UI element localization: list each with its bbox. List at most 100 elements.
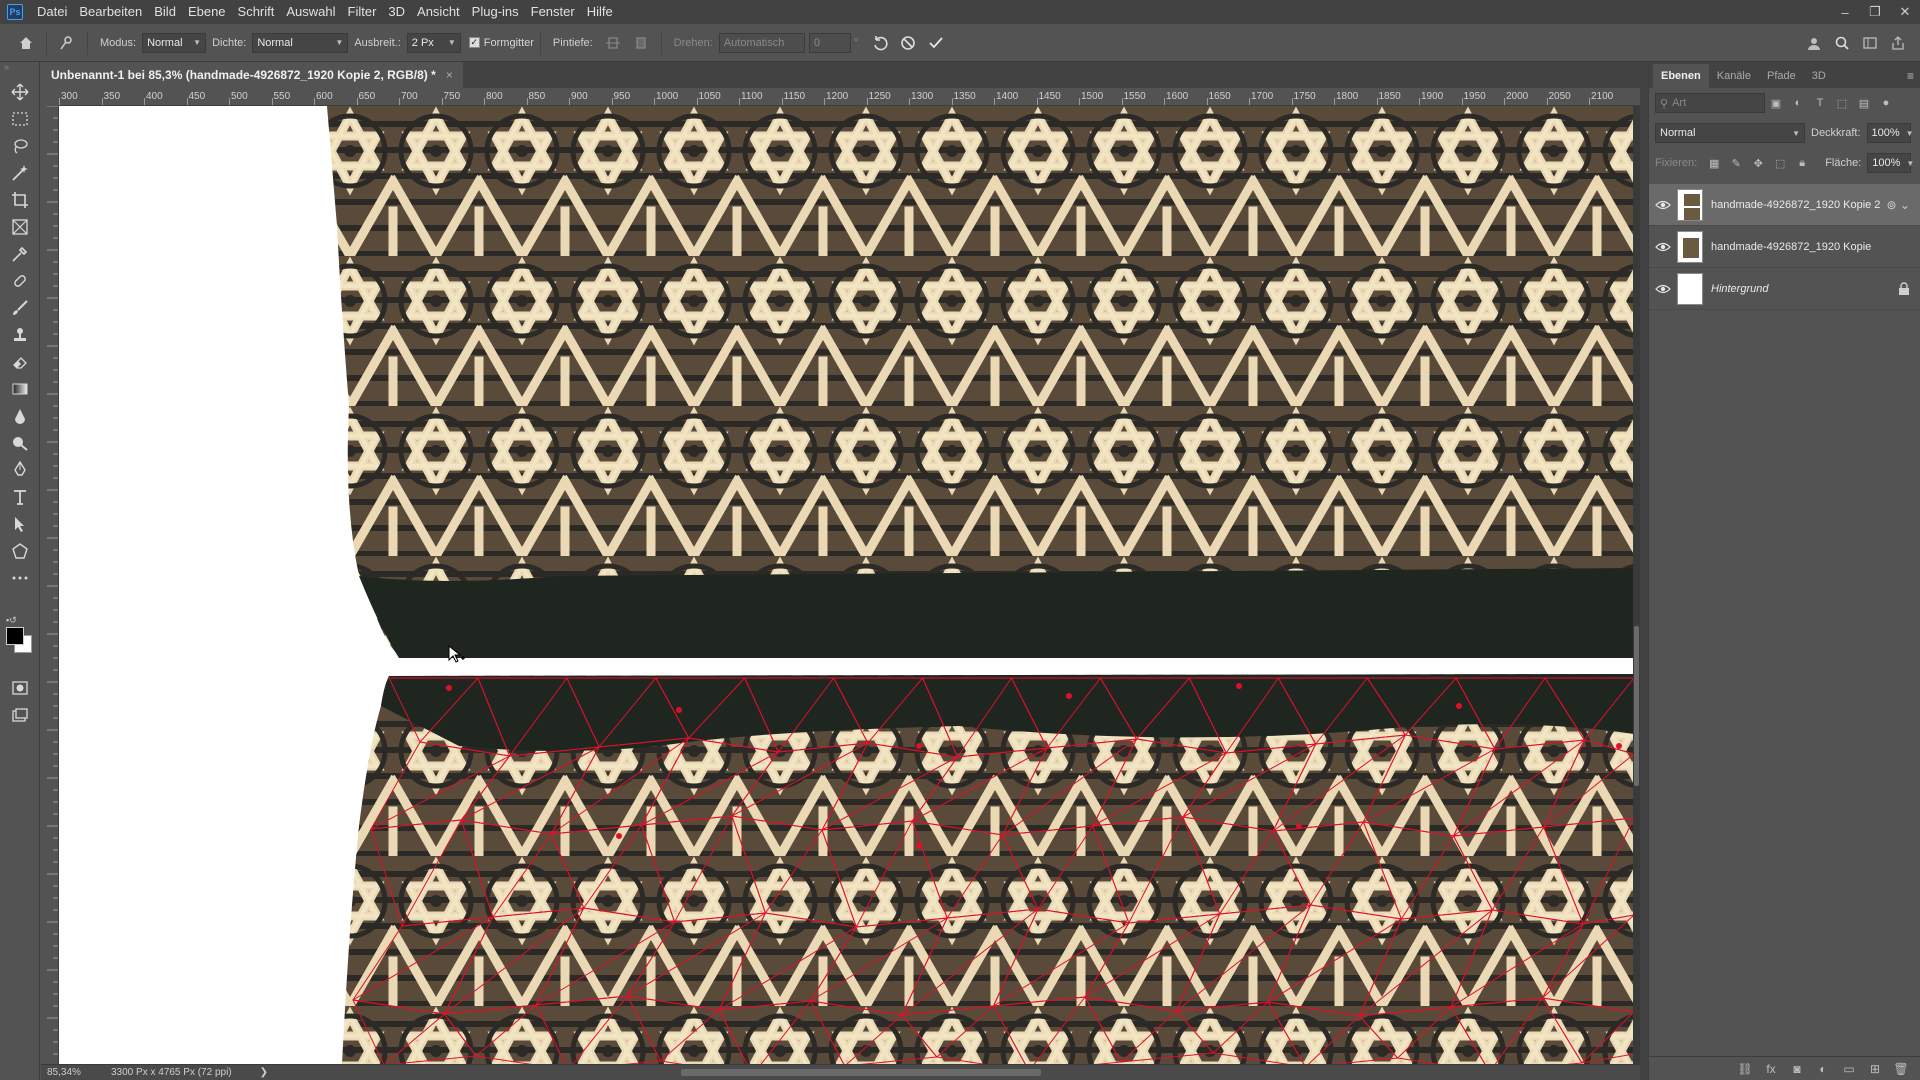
mesh-pin[interactable]: [676, 707, 682, 713]
tab-pfade[interactable]: Pfade: [1759, 64, 1804, 88]
share-icon[interactable]: [1884, 29, 1912, 57]
home-icon[interactable]: [12, 29, 40, 57]
lock-all-icon[interactable]: 🔒︎: [1791, 153, 1813, 173]
adjustment-layer-icon[interactable]: ◐: [1810, 1062, 1836, 1076]
menu-bearbeiten[interactable]: Bearbeiten: [73, 0, 148, 24]
healing-brush-tool-icon[interactable]: [0, 267, 40, 294]
layer-row[interactable]: handmade-4926872_1920 Kopie: [1649, 226, 1920, 268]
layer-filter-select[interactable]: ⚲ Art: [1655, 93, 1765, 113]
lock-pixels-icon[interactable]: ✎: [1725, 153, 1747, 173]
mesh-pin[interactable]: [916, 743, 922, 749]
blur-tool-icon[interactable]: [0, 402, 40, 429]
lasso-tool-icon[interactable]: [0, 132, 40, 159]
mesh-pin[interactable]: [1236, 683, 1242, 689]
marquee-tool-icon[interactable]: [0, 105, 40, 132]
menu-auswahl[interactable]: Auswahl: [280, 0, 341, 24]
filter-toggle-icon[interactable]: ●: [1875, 93, 1897, 113]
menu-schrift[interactable]: Schrift: [232, 0, 281, 24]
eyedropper-tool-icon[interactable]: [0, 240, 40, 267]
document-canvas[interactable]: [59, 106, 1640, 1064]
panel-dock-strip[interactable]: [1640, 62, 1648, 1080]
undo-icon[interactable]: [866, 29, 894, 57]
menu-ebene[interactable]: Ebene: [182, 0, 232, 24]
mesh-pin[interactable]: [1066, 693, 1072, 699]
panel-menu-icon[interactable]: ≡: [1907, 64, 1914, 88]
restore-button[interactable]: ❐: [1860, 0, 1890, 24]
menu-plugins[interactable]: Plug-ins: [466, 0, 525, 24]
default-colors-icon[interactable]: ▪↺: [6, 615, 17, 626]
dodge-tool-icon[interactable]: [0, 429, 40, 456]
share-user-icon[interactable]: [1800, 29, 1828, 57]
layer-row[interactable]: handmade-4926872_1920 Kopie 2 ⊚ ⌄: [1649, 184, 1920, 226]
lock-position-icon[interactable]: ✥: [1747, 153, 1769, 173]
screen-mode-icon[interactable]: [0, 702, 40, 729]
spread-select[interactable]: 2 Px ▼: [406, 32, 461, 53]
eraser-tool-icon[interactable]: [0, 348, 40, 375]
visibility-eye-icon[interactable]: [1649, 241, 1677, 253]
layer-name[interactable]: handmade-4926872_1920 Kopie: [1711, 241, 1871, 253]
blend-mode-select[interactable]: Normal ▼: [1655, 123, 1805, 143]
pin-backward-icon[interactable]: [627, 29, 655, 57]
mesh-pin[interactable]: [916, 843, 922, 849]
angle-input[interactable]: 0: [808, 32, 851, 53]
vertical-ruler[interactable]: [41, 106, 59, 1064]
brush-tool-icon[interactable]: [0, 294, 40, 321]
vertical-scrollbar-thumb[interactable]: [1634, 626, 1639, 786]
filter-shape-icon[interactable]: ⬚: [1831, 93, 1853, 113]
path-selection-tool-icon[interactable]: [0, 510, 40, 537]
mesh-pin[interactable]: [1456, 703, 1462, 709]
delete-layer-icon[interactable]: 🗑︎: [1888, 1062, 1914, 1076]
lock-artboard-icon[interactable]: ⬚: [1769, 153, 1791, 173]
horizontal-scrollbar-thumb[interactable]: [681, 1069, 1041, 1076]
add-mask-icon[interactable]: ◙: [1784, 1062, 1810, 1076]
menu-3d[interactable]: 3D: [382, 0, 411, 24]
zoom-level[interactable]: 85,34%: [47, 1067, 97, 1078]
crop-tool-icon[interactable]: [0, 186, 40, 213]
layer-style-icon[interactable]: fx: [1758, 1062, 1784, 1076]
opacity-input[interactable]: 100% ▼: [1866, 123, 1914, 143]
mesh-pin[interactable]: [1296, 823, 1302, 829]
mesh-pin[interactable]: [616, 833, 622, 839]
visibility-eye-icon[interactable]: [1649, 283, 1677, 295]
more-tools-icon[interactable]: [0, 564, 40, 591]
close-tab-icon[interactable]: ×: [446, 68, 453, 82]
link-layers-icon[interactable]: ⛓: [1732, 1062, 1758, 1076]
search-icon[interactable]: [1828, 29, 1856, 57]
pin-forward-icon[interactable]: [599, 29, 627, 57]
shape-checkbox[interactable]: ✓: [468, 37, 480, 48]
color-swatches[interactable]: ▪↺: [6, 615, 36, 653]
commit-check-icon[interactable]: [922, 29, 950, 57]
filter-adjustment-icon[interactable]: ◐: [1787, 93, 1809, 113]
menu-datei[interactable]: Datei: [31, 0, 73, 24]
visibility-eye-icon[interactable]: [1649, 199, 1677, 211]
new-layer-icon[interactable]: ⊞: [1862, 1062, 1888, 1076]
frame-tool-icon[interactable]: [0, 213, 40, 240]
foreground-color-swatch[interactable]: [6, 627, 24, 645]
layer-row[interactable]: Hintergrund: [1649, 268, 1920, 310]
filter-type-icon[interactable]: T: [1809, 93, 1831, 113]
mesh-pin[interactable]: [446, 685, 452, 691]
cancel-icon[interactable]: [894, 29, 922, 57]
filter-pixel-icon[interactable]: ▣: [1765, 93, 1787, 113]
mode-select[interactable]: Normal ▼: [142, 32, 207, 53]
menu-hilfe[interactable]: Hilfe: [581, 0, 619, 24]
density-select[interactable]: Normal ▼: [252, 32, 349, 53]
tab-ebenen[interactable]: Ebenen: [1653, 64, 1709, 88]
menu-ansicht[interactable]: Ansicht: [411, 0, 466, 24]
new-group-icon[interactable]: ▭: [1836, 1062, 1862, 1076]
layer-name[interactable]: Hintergrund: [1711, 283, 1768, 295]
close-window-button[interactable]: ✕: [1890, 0, 1920, 24]
layer-name[interactable]: handmade-4926872_1920 Kopie 2: [1711, 199, 1880, 211]
tab-3d[interactable]: 3D: [1804, 64, 1834, 88]
menu-filter[interactable]: Filter: [342, 0, 383, 24]
menu-bild[interactable]: Bild: [148, 0, 182, 24]
shape-grid-toggle[interactable]: ✓ Formgitter: [468, 37, 534, 49]
shape-tool-icon[interactable]: [0, 537, 40, 564]
type-tool-icon[interactable]: [0, 483, 40, 510]
tab-kanaele[interactable]: Kanäle: [1709, 64, 1759, 88]
move-tool-icon[interactable]: [0, 78, 40, 105]
status-arrow-icon[interactable]: ❯: [260, 1067, 268, 1078]
filter-smart-object-icon[interactable]: ▤: [1853, 93, 1875, 113]
fill-input[interactable]: 100% ▼: [1867, 153, 1914, 173]
vertical-scrollbar[interactable]: [1633, 106, 1640, 1064]
